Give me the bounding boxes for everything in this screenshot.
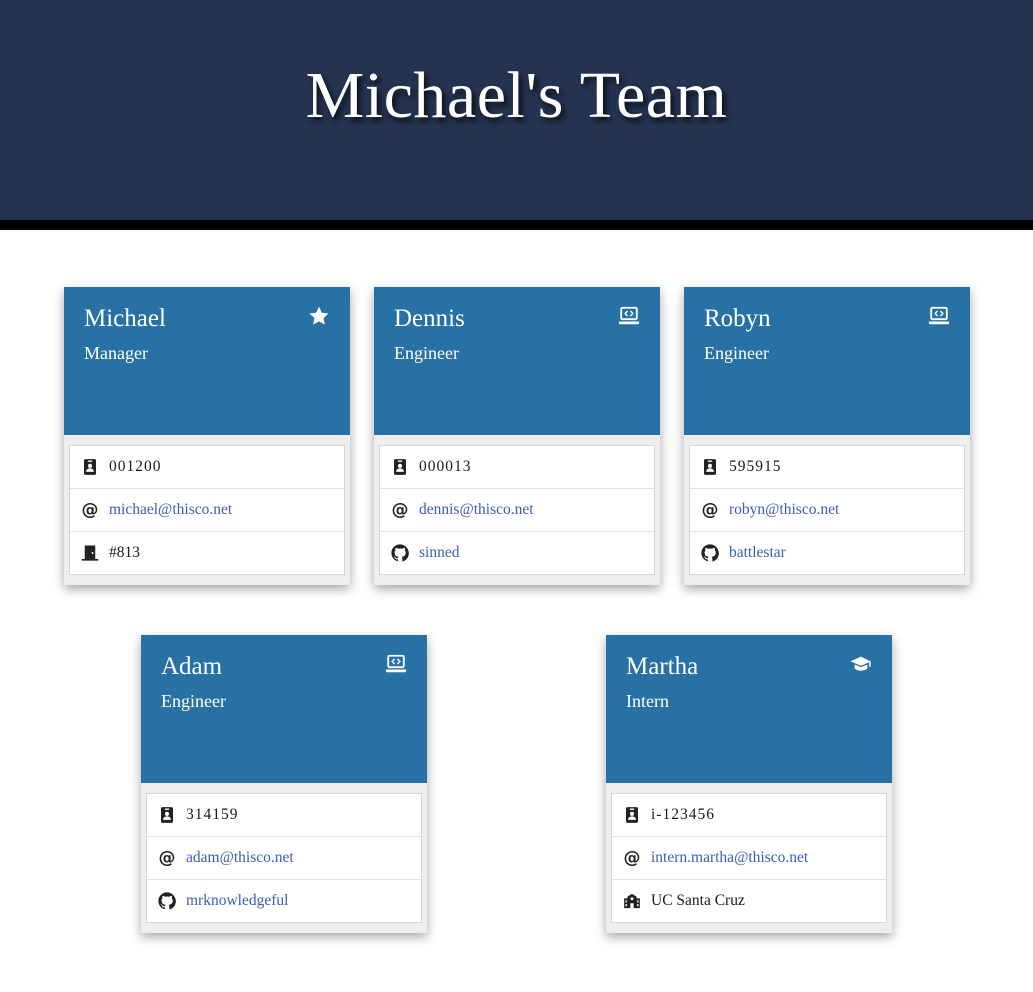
employee-role: Engineer bbox=[161, 691, 226, 711]
email-link[interactable]: adam@thisco.net bbox=[186, 849, 294, 867]
id-badge-icon bbox=[701, 458, 719, 476]
github-row: sinned bbox=[380, 531, 654, 574]
employee-role: Manager bbox=[84, 343, 148, 363]
employee-card: Dennis Engineer 000013 @ dennis@thisco.n… bbox=[374, 287, 660, 585]
email-link[interactable]: intern.martha@thisco.net bbox=[651, 849, 808, 867]
card-header: Dennis Engineer bbox=[374, 287, 660, 435]
card-header: Adam Engineer bbox=[141, 635, 427, 783]
laptop-code-icon bbox=[928, 305, 950, 327]
employee-id-row: i-123456 bbox=[612, 794, 886, 836]
employee-id: 001200 bbox=[109, 458, 162, 475]
github-icon bbox=[701, 544, 719, 562]
laptop-code-icon bbox=[618, 305, 640, 327]
github-link[interactable]: mrknowledgeful bbox=[186, 892, 288, 910]
employee-role: Engineer bbox=[394, 343, 459, 363]
employee-details: 000013 @ dennis@thisco.net sinned bbox=[379, 445, 655, 575]
email-link[interactable]: robyn@thisco.net bbox=[729, 501, 839, 519]
employee-details: 001200 @ michael@thisco.net #813 bbox=[69, 445, 345, 575]
page-header: Michael's Team bbox=[0, 0, 1033, 230]
employee-id-row: 314159 bbox=[147, 794, 421, 836]
at-icon: @ bbox=[623, 847, 641, 868]
page-title: Michael's Team bbox=[305, 59, 728, 132]
at-icon: @ bbox=[391, 499, 409, 520]
id-badge-icon bbox=[623, 806, 641, 824]
employee-details: i-123456 @ intern.martha@thisco.net UC S… bbox=[611, 793, 887, 923]
card-header: Robyn Engineer bbox=[684, 287, 970, 435]
star-icon bbox=[308, 305, 330, 327]
github-icon bbox=[391, 544, 409, 562]
github-icon bbox=[158, 892, 176, 910]
card-header: Michael Manager bbox=[64, 287, 350, 435]
id-badge-icon bbox=[391, 458, 409, 476]
github-link[interactable]: sinned bbox=[419, 544, 459, 562]
office-number: #813 bbox=[109, 544, 140, 561]
employee-email-row: @ adam@thisco.net bbox=[147, 836, 421, 879]
employee-id: 000013 bbox=[419, 458, 472, 475]
employee-role: Engineer bbox=[704, 343, 769, 363]
laptop-code-icon bbox=[385, 653, 407, 675]
github-link[interactable]: battlestar bbox=[729, 544, 786, 562]
office-row: #813 bbox=[70, 531, 344, 574]
id-badge-icon bbox=[158, 806, 176, 824]
employee-id: i-123456 bbox=[651, 806, 715, 823]
employee-name: Robyn bbox=[704, 305, 771, 332]
employee-id-row: 000013 bbox=[380, 446, 654, 488]
graduation-cap-icon bbox=[850, 653, 872, 675]
employee-details: 595915 @ robyn@thisco.net battlestar bbox=[689, 445, 965, 575]
employee-card: Michael Manager 001200 @ michael@thisco.… bbox=[64, 287, 350, 585]
employee-name: Dennis bbox=[394, 305, 465, 332]
employee-id-row: 001200 bbox=[70, 446, 344, 488]
employee-id: 314159 bbox=[186, 806, 239, 823]
school-row: UC Santa Cruz bbox=[612, 879, 886, 922]
github-row: battlestar bbox=[690, 531, 964, 574]
at-icon: @ bbox=[81, 499, 99, 520]
school-icon bbox=[623, 892, 641, 910]
github-row: mrknowledgeful bbox=[147, 879, 421, 922]
employee-name: Adam bbox=[161, 653, 223, 680]
employee-details: 314159 @ adam@thisco.net mrknowledgeful bbox=[146, 793, 422, 923]
employee-card: Adam Engineer 314159 @ adam@thisco.net m… bbox=[141, 635, 427, 933]
email-link[interactable]: dennis@thisco.net bbox=[419, 501, 534, 519]
id-badge-icon bbox=[81, 458, 99, 476]
employee-name: Michael bbox=[84, 305, 166, 332]
employee-id-row: 595915 bbox=[690, 446, 964, 488]
school-name: UC Santa Cruz bbox=[651, 892, 745, 909]
employee-role: Intern bbox=[626, 691, 669, 711]
employee-email-row: @ dennis@thisco.net bbox=[380, 488, 654, 531]
email-link[interactable]: michael@thisco.net bbox=[109, 501, 232, 519]
card-header: Martha Intern bbox=[606, 635, 892, 783]
employee-email-row: @ intern.martha@thisco.net bbox=[612, 836, 886, 879]
door-icon bbox=[81, 544, 99, 562]
employee-email-row: @ robyn@thisco.net bbox=[690, 488, 964, 531]
at-icon: @ bbox=[701, 499, 719, 520]
employee-name: Martha bbox=[626, 653, 699, 680]
at-icon: @ bbox=[158, 847, 176, 868]
employee-email-row: @ michael@thisco.net bbox=[70, 488, 344, 531]
employee-id: 595915 bbox=[729, 458, 782, 475]
employee-card: Robyn Engineer 595915 @ robyn@thisco.net… bbox=[684, 287, 970, 585]
employee-card: Martha Intern i-123456 @ intern.martha@t… bbox=[606, 635, 892, 933]
